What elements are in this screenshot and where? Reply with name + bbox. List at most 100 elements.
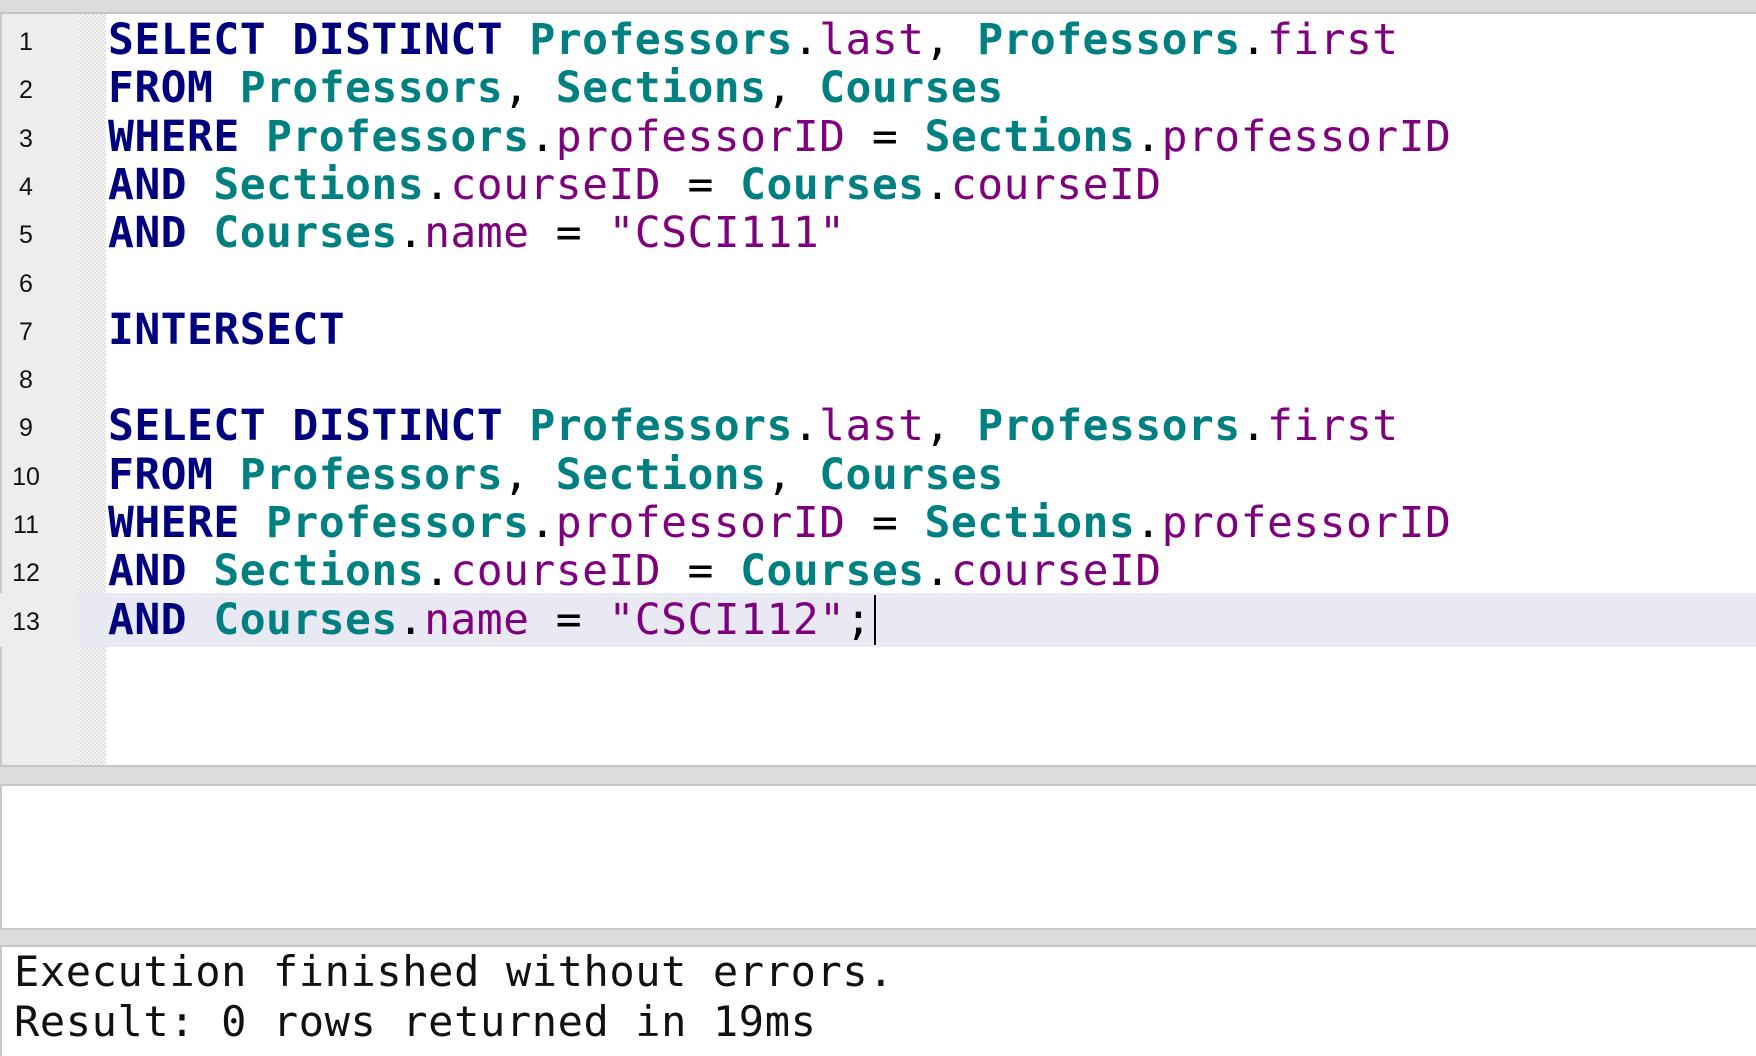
line-number-cell: 2 xyxy=(0,61,78,115)
sql-table-token: Courses xyxy=(819,63,1004,114)
sql-space-token xyxy=(240,112,266,162)
code-text[interactable]: INTERSECT xyxy=(108,303,345,357)
sql-space-token xyxy=(187,546,213,596)
code-text[interactable]: SELECT DISTINCT Professors.last, Profess… xyxy=(108,14,1399,67)
code-text[interactable]: SELECT DISTINCT Professors.last, Profess… xyxy=(108,399,1399,453)
sql-keyword-token: SELECT DISTINCT xyxy=(108,401,504,452)
sql-space-token xyxy=(503,401,529,451)
line-number: 10 xyxy=(12,462,40,491)
sql-column-token: last xyxy=(819,15,925,65)
line-number-cell: 7 xyxy=(0,303,78,357)
line-number-cell: 12 xyxy=(0,544,78,598)
code-text[interactable]: AND Courses.name = "CSCI112"; xyxy=(108,593,876,647)
sql-space-token xyxy=(187,208,213,258)
editor-line[interactable]: 9 SELECT DISTINCT Professors.last, Profes… xyxy=(0,399,1756,453)
text-caret xyxy=(873,594,876,645)
line-number: 7 xyxy=(19,317,33,346)
sql-space-token xyxy=(187,595,213,645)
sql-table-token: Sections xyxy=(555,63,767,114)
editor-line[interactable]: 3 WHERE Professors.professorID = Sections… xyxy=(0,110,1756,164)
sql-keyword-token: WHERE xyxy=(108,111,240,162)
sql-keyword-token: AND xyxy=(108,208,188,259)
sql-column-token: professorID xyxy=(555,498,846,548)
code-text[interactable]: AND Sections.courseID = Courses.courseID xyxy=(108,158,1162,212)
sql-table-token: Professors xyxy=(529,15,793,65)
sql-keyword-token: FROM xyxy=(108,449,214,500)
code-text[interactable]: FROM Professors, Sections, Courses xyxy=(108,61,1004,115)
sql-table-token: Sections xyxy=(213,159,425,210)
sql-punct-token: = xyxy=(661,546,741,597)
sql-punct-token: . xyxy=(924,159,951,210)
sql-punct-token: . xyxy=(424,546,451,597)
execution-status-message: Execution finished without errors. xyxy=(14,947,895,996)
code-text[interactable]: AND Sections.courseID = Courses.courseID xyxy=(108,544,1162,598)
line-number-cell: 11 xyxy=(0,496,78,550)
sql-column-token: professorID xyxy=(555,111,846,162)
line-number: 6 xyxy=(19,269,33,298)
sql-punct-token: . xyxy=(397,208,425,259)
sql-column-token: first xyxy=(1266,15,1399,65)
line-number-cell: 9 xyxy=(0,399,78,453)
sql-table-token: Sections xyxy=(213,546,425,597)
line-number: 9 xyxy=(19,414,33,443)
editor-line[interactable]: 11 WHERE Professors.professorID = Section… xyxy=(0,496,1756,550)
editor-line[interactable]: 6 xyxy=(0,255,1756,309)
editor-line[interactable]: 10 FROM Professors, Sections, Courses xyxy=(0,448,1756,502)
line-number-cell: 4 xyxy=(0,158,78,212)
sql-column-token: courseID xyxy=(450,159,662,210)
sql-table-token: Sections xyxy=(924,498,1136,548)
editor-line[interactable]: 13 AND Courses.name = "CSCI112"; xyxy=(0,592,1756,647)
sql-punct-token: . xyxy=(529,498,556,548)
editor-line[interactable]: 2 FROM Professors, Sections, Courses xyxy=(0,61,1756,115)
editor-line[interactable]: 12 AND Sections.courseID = Courses.course… xyxy=(0,544,1756,598)
sql-keyword-token: AND xyxy=(108,546,188,597)
sql-keyword-token: FROM xyxy=(108,63,214,114)
sql-table-token: Sections xyxy=(924,111,1136,162)
editor-line[interactable]: 7 INTERSECT xyxy=(0,303,1756,357)
sql-punct-token: . xyxy=(1135,111,1162,162)
sql-punct-token: , xyxy=(766,449,820,500)
code-text[interactable]: WHERE Professors.professorID = Sections.… xyxy=(108,496,1451,550)
line-number-cell: 8 xyxy=(0,351,78,405)
sql-punct-token: . xyxy=(529,111,556,162)
sql-table-token: Professors xyxy=(977,401,1241,452)
line-number-cell: 1 xyxy=(0,14,78,67)
sql-punct-token: . xyxy=(1240,15,1267,65)
sql-keyword-token: INTERSECT xyxy=(108,304,346,355)
sql-table-token: Professors xyxy=(239,449,504,500)
editor-line[interactable]: 4 AND Sections.courseID = Courses.courseI… xyxy=(0,158,1756,212)
sql-punct-token: . xyxy=(792,15,820,65)
sql-column-token: courseID xyxy=(950,546,1162,597)
line-number: 2 xyxy=(19,76,33,105)
line-number: 3 xyxy=(19,124,33,153)
sql-editor[interactable]: 1 SELECT DISTINCT Professors.last, Profes… xyxy=(0,12,1756,767)
sql-space-token xyxy=(187,160,213,210)
code-text[interactable]: FROM Professors, Sections, Courses xyxy=(108,448,1004,502)
sql-keyword-token: SELECT DISTINCT xyxy=(108,15,504,65)
sql-punct-token: . xyxy=(397,594,425,645)
sql-punct-token: , xyxy=(924,15,978,65)
sql-punct-token: . xyxy=(792,401,820,452)
sql-string-token: "CSCI111" xyxy=(608,208,846,259)
sql-punct-token: = xyxy=(845,111,925,162)
line-number-cell: 5 xyxy=(0,206,78,260)
results-grid[interactable] xyxy=(0,784,1756,930)
sql-table-token: Sections xyxy=(555,449,767,500)
sql-table-token: Professors xyxy=(239,63,504,114)
message-pane[interactable]: Execution finished without errors. Resul… xyxy=(0,945,1756,1056)
result-summary-message: Result: 0 rows returned in 19ms xyxy=(14,997,817,1046)
sql-table-token: Professors xyxy=(977,15,1241,65)
editor-line[interactable]: 8 xyxy=(0,351,1756,405)
sql-column-token: professorID xyxy=(1161,498,1452,548)
editor-line[interactable]: 1 SELECT DISTINCT Professors.last, Profes… xyxy=(0,14,1756,67)
sql-punct-token: ; xyxy=(845,594,872,645)
sql-column-token: professorID xyxy=(1161,111,1452,162)
code-text[interactable]: AND Courses.name = "CSCI111" xyxy=(108,206,846,260)
sql-column-token: name xyxy=(424,208,530,259)
sql-column-token: last xyxy=(819,401,925,452)
code-text[interactable]: WHERE Professors.professorID = Sections.… xyxy=(108,110,1451,164)
line-number: 13 xyxy=(12,607,40,636)
line-number: 12 xyxy=(12,559,40,588)
editor-line[interactable]: 5 AND Courses.name = "CSCI111" xyxy=(0,206,1756,260)
sql-punct-token: = xyxy=(529,208,609,259)
